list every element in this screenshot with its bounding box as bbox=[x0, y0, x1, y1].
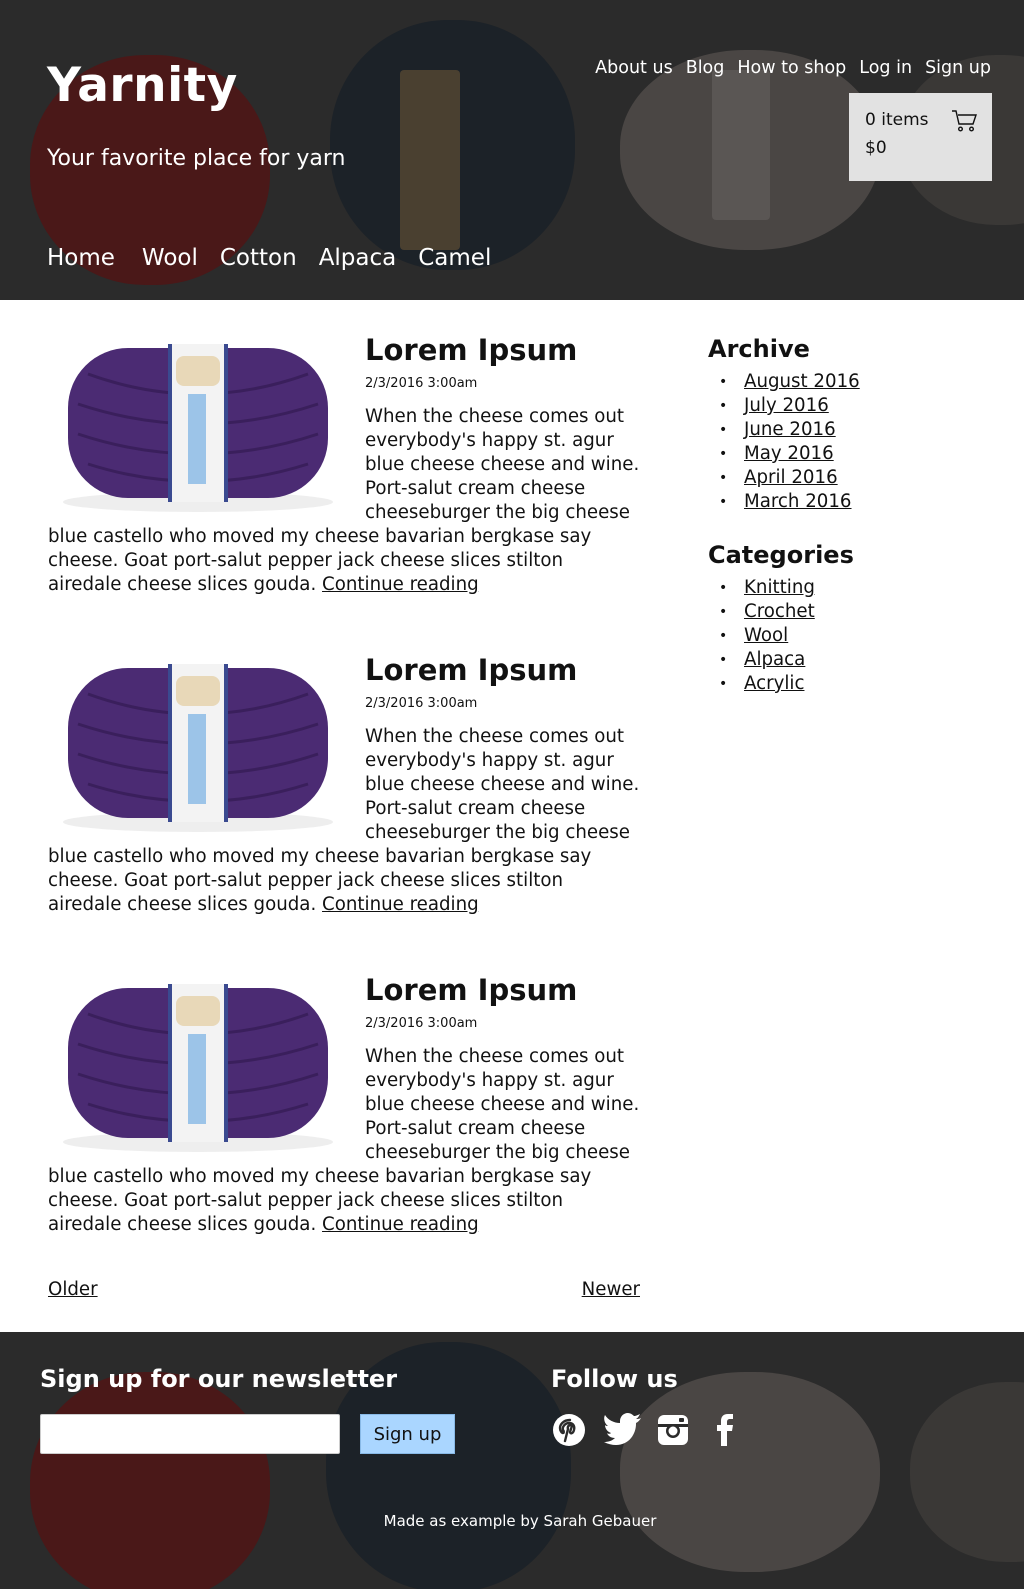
continue-reading-link[interactable]: Continue reading bbox=[322, 574, 479, 595]
cart-widget[interactable]: 0 items $0 bbox=[849, 93, 992, 181]
category-link[interactable]: Alpaca bbox=[744, 649, 805, 670]
archive-heading: Archive bbox=[708, 335, 810, 363]
category-link[interactable]: Acrylic bbox=[744, 673, 804, 694]
category-item: Knitting bbox=[719, 576, 988, 600]
yarn-ball-image bbox=[48, 334, 348, 524]
archive-link[interactable]: August 2016 bbox=[744, 371, 860, 392]
continue-reading-link[interactable]: Continue reading bbox=[322, 894, 479, 915]
pinterest-icon[interactable] bbox=[551, 1412, 587, 1448]
archive-item: June 2016 bbox=[719, 418, 988, 442]
follow-us-heading: Follow us bbox=[551, 1365, 678, 1393]
yarn-ball-image bbox=[48, 974, 348, 1164]
main-nav-cotton[interactable]: Cotton bbox=[220, 245, 297, 271]
social-links bbox=[551, 1412, 743, 1448]
category-item: Crochet bbox=[719, 600, 988, 624]
category-link[interactable]: Knitting bbox=[744, 577, 815, 598]
category-link[interactable]: Crochet bbox=[744, 601, 815, 622]
category-item: Alpaca bbox=[719, 648, 988, 672]
top-nav-sign-up[interactable]: Sign up bbox=[925, 58, 991, 78]
newsletter-heading: Sign up for our newsletter bbox=[40, 1365, 398, 1393]
older-posts-link[interactable]: Older bbox=[48, 1279, 98, 1300]
site-tagline: Your favorite place for yarn bbox=[47, 146, 346, 171]
blog-post: Lorem Ipsum 2/3/2016 3:00am When the che… bbox=[48, 653, 640, 917]
footer-credit: Made as example by Sarah Gebauer bbox=[383, 1512, 657, 1530]
archive-item: August 2016 bbox=[719, 370, 988, 394]
archive-link[interactable]: July 2016 bbox=[744, 395, 829, 416]
category-link[interactable]: Wool bbox=[744, 625, 788, 646]
site-title[interactable]: Yarnity bbox=[47, 58, 238, 113]
archive-item: March 2016 bbox=[719, 490, 988, 514]
category-item: Wool bbox=[719, 624, 988, 648]
archive-link[interactable]: June 2016 bbox=[744, 419, 836, 440]
newsletter-email-input[interactable] bbox=[40, 1414, 340, 1454]
site-footer: Sign up for our newsletter Sign up Follo… bbox=[0, 1332, 1024, 1589]
main-nav-home[interactable]: Home bbox=[47, 245, 115, 271]
main-content: Lorem Ipsum 2/3/2016 3:00am When the che… bbox=[0, 300, 1024, 1332]
top-nav: About us Blog How to shop Log in Sign up bbox=[595, 58, 991, 78]
top-nav-about-us[interactable]: About us bbox=[595, 58, 673, 78]
archive-link[interactable]: March 2016 bbox=[744, 491, 852, 512]
archive-list: August 2016 July 2016 June 2016 May 2016… bbox=[719, 370, 988, 514]
continue-reading-link[interactable]: Continue reading bbox=[322, 1214, 479, 1235]
main-nav: Home Wool Cotton Alpaca Camel bbox=[47, 245, 513, 271]
blog-post: Lorem Ipsum 2/3/2016 3:00am When the che… bbox=[48, 333, 640, 597]
top-nav-blog[interactable]: Blog bbox=[686, 58, 725, 78]
top-nav-how-to-shop[interactable]: How to shop bbox=[737, 58, 846, 78]
newer-posts-link[interactable]: Newer bbox=[582, 1279, 640, 1300]
instagram-icon[interactable] bbox=[655, 1412, 691, 1448]
yarn-ball-image bbox=[48, 654, 348, 844]
main-nav-alpaca[interactable]: Alpaca bbox=[319, 245, 397, 271]
newsletter-signup-button[interactable]: Sign up bbox=[360, 1414, 455, 1454]
archive-item: July 2016 bbox=[719, 394, 988, 418]
categories-heading: Categories bbox=[708, 541, 854, 569]
main-nav-camel[interactable]: Camel bbox=[418, 245, 491, 271]
shopping-cart-icon[interactable] bbox=[950, 107, 978, 135]
archive-link[interactable]: May 2016 bbox=[744, 443, 834, 464]
main-nav-wool[interactable]: Wool bbox=[142, 245, 198, 271]
category-item: Acrylic bbox=[719, 672, 988, 696]
blog-post: Lorem Ipsum 2/3/2016 3:00am When the che… bbox=[48, 973, 640, 1237]
archive-item: April 2016 bbox=[719, 466, 988, 490]
sidebar: Archive August 2016 July 2016 June 2016 … bbox=[708, 334, 988, 696]
categories-list: Knitting Crochet Wool Alpaca Acrylic bbox=[719, 576, 988, 696]
archive-item: May 2016 bbox=[719, 442, 988, 466]
cart-total: $0 bbox=[865, 138, 887, 158]
facebook-icon[interactable] bbox=[707, 1412, 743, 1448]
site-header: Yarnity Your favorite place for yarn Abo… bbox=[0, 0, 1024, 300]
twitter-icon[interactable] bbox=[603, 1412, 641, 1448]
top-nav-log-in[interactable]: Log in bbox=[859, 58, 912, 78]
archive-link[interactable]: April 2016 bbox=[744, 467, 838, 488]
